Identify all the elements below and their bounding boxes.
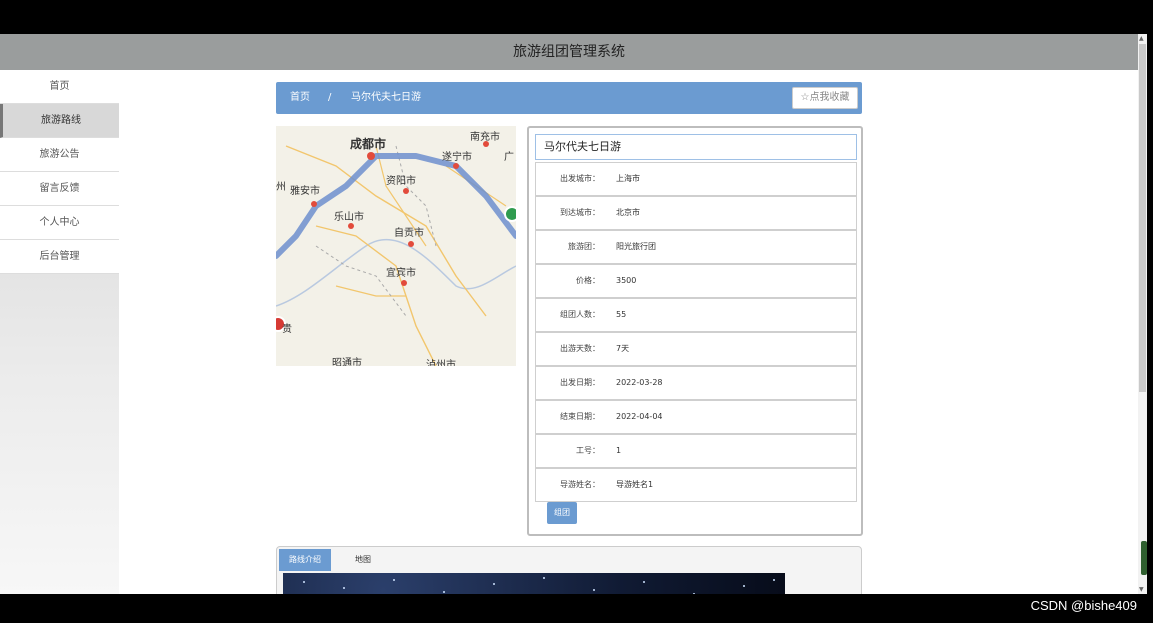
scroll-thumb[interactable] — [1139, 44, 1146, 392]
sidebar-item-feedback[interactable]: 留言反馈 — [0, 172, 119, 206]
row-value: 2022-03-28 — [616, 378, 663, 387]
sidebar-item-label: 留言反馈 — [39, 183, 80, 194]
map-label-zigong: 自贡市 — [394, 226, 424, 239]
sidebar-item-announcements[interactable]: 旅游公告 — [0, 138, 119, 172]
map-label-gui: 贵 — [282, 322, 292, 335]
app-header: 旅游组团管理系统 — [0, 34, 1138, 70]
map-label-yaan: 雅安市 — [290, 184, 320, 197]
row-value: 55 — [616, 310, 627, 319]
map-label-yibin: 宜宾市 — [386, 266, 416, 279]
breadcrumb-separator: / — [328, 92, 332, 103]
map-label-suining: 遂宁市 — [442, 150, 472, 163]
sidebar-item-label: 旅游公告 — [39, 149, 80, 160]
row-value: 上海市 — [616, 174, 640, 183]
row-value: 阳光旅行团 — [616, 242, 656, 251]
scroll-down-icon[interactable]: ▼ — [1139, 586, 1144, 593]
row-value: 7天 — [616, 344, 630, 353]
map-label-guang: 广 — [504, 151, 514, 163]
row-group-size: 组团人数： 55 — [535, 298, 857, 332]
sidebar-item-label: 后台管理 — [39, 251, 80, 262]
row-value: 北京市 — [616, 208, 640, 217]
sidebar-item-label: 首页 — [49, 81, 70, 92]
row-label: 价格： — [576, 276, 600, 285]
row-value: 2022-04-04 — [616, 412, 663, 421]
row-value: 导游姓名1 — [616, 480, 654, 489]
scroll-up-icon[interactable]: ▲ — [1139, 35, 1144, 42]
row-trip-days: 出游天数： 7天 — [535, 332, 857, 366]
row-tour-group: 旅游团： 阳光旅行团 — [535, 230, 857, 264]
map-label-luzhou: 泸州市 — [426, 358, 456, 366]
row-label: 出游天数： — [560, 344, 600, 353]
vertical-scrollbar[interactable]: ▲ ▼ — [1138, 34, 1147, 594]
map-label-zhaotong: 昭通市 — [332, 356, 362, 366]
map-label-ziyang: 资阳市 — [386, 174, 416, 187]
row-employee-id: 工号： 1 — [535, 434, 857, 468]
side-widget[interactable] — [1141, 541, 1147, 575]
tab-map[interactable]: 地图 — [345, 549, 381, 571]
breadcrumb: 首页 / 马尔代夫七日游 ☆点我收藏 — [276, 82, 862, 114]
breadcrumb-home-link[interactable]: 首页 — [290, 82, 310, 114]
row-end-date: 结束日期： 2022-04-04 — [535, 400, 857, 434]
row-price: 价格： 3500 — [535, 264, 857, 298]
row-label: 结束日期： — [560, 412, 600, 421]
route-info-card: 马尔代夫七日游 出发城市： 上海市 到达城市： 北京市 旅游团： 阳光旅行团 价… — [527, 126, 863, 536]
map-graphic: 成都市 南充市 遂宁市 资阳市 雅安市 乐山市 自贡市 宜宾市 昭通市 泸州市 … — [276, 126, 516, 366]
join-group-button[interactable]: 组团 — [547, 502, 577, 524]
watermark: CSDN @bishe409 — [1030, 598, 1137, 613]
row-label: 组团人数： — [560, 310, 600, 319]
row-departure-city: 出发城市： 上海市 — [535, 162, 857, 196]
row-label: 工号： — [576, 446, 600, 455]
favorite-button[interactable]: ☆点我收藏 — [792, 87, 858, 109]
sidebar-item-label: 旅游路线 — [41, 115, 81, 126]
sidebar-item-profile[interactable]: 个人中心 — [0, 206, 119, 240]
sidebar-item-home[interactable]: 首页 — [0, 70, 119, 104]
row-label: 导游姓名： — [560, 480, 600, 489]
top-letterbox — [0, 0, 1153, 34]
page-body: 首页 旅游路线 旅游公告 留言反馈 个人中心 后台管理 首页 / 马尔代夫七日游… — [0, 70, 1138, 594]
breadcrumb-current: 马尔代夫七日游 — [351, 92, 421, 103]
row-label: 旅游团： — [568, 242, 600, 251]
row-label: 出发城市： — [560, 174, 600, 183]
row-label: 出发日期： — [560, 378, 600, 387]
route-map[interactable]: 成都市 南充市 遂宁市 资阳市 雅安市 乐山市 自贡市 宜宾市 昭通市 泸州市 … — [276, 126, 516, 366]
tab-route-intro[interactable]: 路线介绍 — [279, 549, 331, 571]
row-arrival-city: 到达城市： 北京市 — [535, 196, 857, 230]
row-label: 到达城市： — [560, 208, 600, 217]
map-label-leshan: 乐山市 — [334, 210, 364, 223]
route-title: 马尔代夫七日游 — [535, 134, 857, 160]
map-label-zhou: 州 — [276, 181, 286, 193]
sidebar-item-travel-routes[interactable]: 旅游路线 — [0, 104, 119, 138]
row-value: 1 — [616, 446, 622, 455]
screen: 旅游组团管理系统 首页 旅游路线 旅游公告 留言反馈 个人中心 后台管理 首页 … — [0, 0, 1153, 623]
detail-tabs: 路线介绍 地图 — [276, 546, 862, 594]
map-label-chengdu: 成都市 — [350, 136, 386, 151]
route-intro-image — [283, 573, 785, 594]
row-value: 3500 — [616, 276, 637, 285]
bottom-letterbox — [0, 594, 1153, 623]
row-start-date: 出发日期： 2022-03-28 — [535, 366, 857, 400]
sidebar-item-admin[interactable]: 后台管理 — [0, 240, 119, 274]
sidebar: 首页 旅游路线 旅游公告 留言反馈 个人中心 后台管理 — [0, 70, 119, 594]
map-label-nanchong: 南充市 — [470, 130, 500, 143]
row-guide-name: 导游姓名： 导游姓名1 — [535, 468, 857, 502]
sidebar-item-label: 个人中心 — [39, 217, 80, 228]
app-title: 旅游组团管理系统 — [513, 44, 625, 60]
